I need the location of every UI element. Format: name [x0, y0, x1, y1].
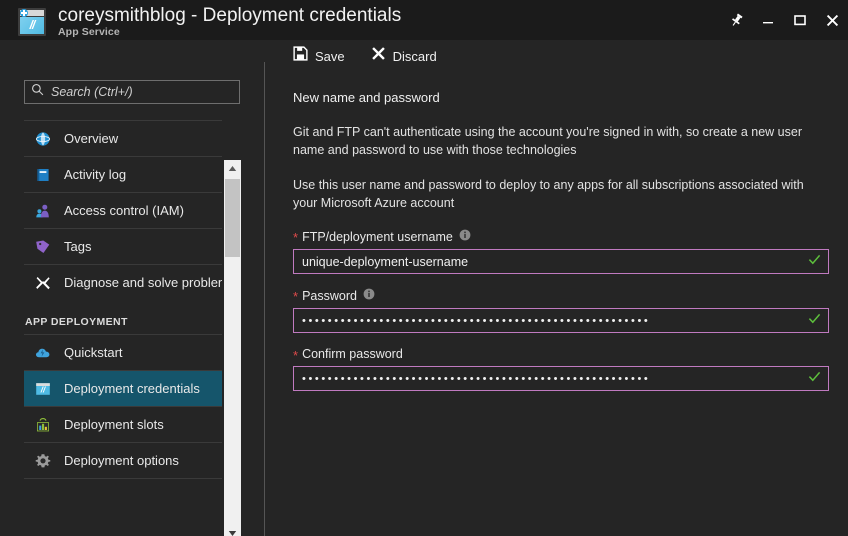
minimize-icon[interactable] — [752, 0, 784, 40]
discard-button-label: Discard — [392, 48, 437, 64]
valid-check-icon — [808, 312, 821, 330]
sidebar-item-tags[interactable]: Tags — [24, 228, 222, 264]
info-icon[interactable] — [459, 229, 471, 244]
valid-check-icon — [808, 370, 821, 388]
sidebar-item-overview[interactable]: Overview — [24, 120, 222, 156]
app-service-icon: // — [18, 8, 46, 36]
gear-icon — [34, 452, 52, 470]
confirm-password-field-group: * Confirm password •••••••••••••••••••••… — [293, 347, 829, 391]
wrench-screwdriver-icon — [34, 274, 52, 292]
description-paragraph-2: Use this user name and password to deplo… — [293, 178, 804, 210]
sidebar-item-label: Deployment options — [64, 453, 179, 468]
main-content: New name and password Git and FTP can't … — [265, 72, 848, 536]
ftp-username-label: * FTP/deployment username — [293, 229, 828, 244]
azure-portal-window: // coreysmithblog - Deployment credentia… — [0, 0, 848, 536]
page-subtitle: App Service — [58, 26, 120, 38]
maximize-icon[interactable] — [784, 0, 816, 40]
page-title: coreysmithblog - Deployment credentials — [58, 5, 402, 26]
sidebar-item-label: Overview — [64, 131, 119, 146]
ftp-username-field-group: * FTP/deployment username — [293, 229, 829, 274]
command-toolbar: Save Discard — [265, 40, 848, 72]
tag-icon — [34, 238, 52, 256]
sidebar-item-activity-log[interactable]: Activity log — [24, 156, 222, 192]
sidebar: Overview Activity log — [0, 40, 265, 536]
access-control-people-icon — [34, 202, 52, 220]
app-service-icon-plus-badge — [20, 9, 28, 17]
sidebar-item-access-control[interactable]: Access control (IAM) — [24, 192, 222, 228]
sidebar-item-diagnose[interactable]: Diagnose and solve problems — [24, 264, 222, 300]
sidebar-item-label: Tags — [64, 239, 92, 254]
sidebar-item-label: Activity log — [64, 167, 127, 182]
sidebar-item-quickstart[interactable]: Quickstart — [24, 334, 222, 370]
navigation-list: Overview Activity log Access control (IA… — [24, 120, 222, 510]
sidebar-section-header: APP DEPLOYMENT — [25, 316, 128, 328]
password-label-text: Password — [302, 288, 357, 303]
sidebar-item-label: Deployment slots — [64, 417, 164, 432]
password-input[interactable] — [294, 309, 828, 332]
sidebar-item-deployment-options[interactable]: Deployment options — [24, 442, 222, 478]
description-paragraph-1: Git and FTP can't authenticate using the… — [293, 125, 803, 157]
ftp-username-input[interactable] — [294, 250, 828, 273]
sidebar-item-label: Access control (IAM) — [64, 203, 184, 218]
confirm-password-label: * Confirm password — [293, 347, 828, 363]
scrollbar-thumb[interactable] — [225, 179, 240, 257]
section-heading: New name and password — [293, 90, 440, 105]
ftp-username-input-wrap[interactable] — [293, 249, 829, 274]
sidebar-item-label: Diagnose and solve problems — [64, 275, 222, 290]
svg-text://: // — [40, 385, 46, 394]
save-button-label: Save — [315, 48, 345, 64]
ftp-username-label-text: FTP/deployment username — [302, 229, 453, 244]
required-asterisk: * — [293, 289, 299, 304]
sidebar-item-deployment-credentials[interactable]: // Deployment credentials — [24, 370, 222, 406]
sidebar-item-deployment-slots[interactable]: Deployment slots — [24, 406, 222, 442]
pin-icon[interactable] — [720, 0, 752, 40]
confirm-password-input[interactable] — [294, 367, 828, 390]
search-input[interactable] — [44, 85, 239, 99]
valid-check-icon — [808, 253, 821, 271]
confirm-password-input-wrap[interactable]: ••••••••••••••••••••••••••••••••••••••••… — [293, 366, 829, 391]
scroll-down-arrow-icon[interactable] — [224, 525, 241, 536]
sidebar-scrollbar[interactable] — [224, 160, 241, 536]
sidebar-item-label: Quickstart — [64, 345, 123, 360]
search-icon — [31, 83, 44, 101]
required-asterisk: * — [293, 347, 299, 363]
cloud-lightning-icon — [34, 344, 52, 362]
scroll-up-arrow-icon[interactable] — [224, 160, 241, 177]
bar-chart-icon — [34, 416, 52, 434]
password-label: * Password — [293, 288, 828, 303]
confirm-password-label-text: Confirm password — [302, 347, 403, 361]
save-floppy-icon — [293, 46, 308, 66]
discard-button[interactable]: Discard — [371, 46, 437, 66]
app-service-icon: // — [34, 380, 52, 398]
app-service-icon-body: // — [20, 17, 44, 34]
password-field-group: * Password •••••••••••••••••••••••••••••… — [293, 288, 829, 333]
globe-icon — [34, 130, 52, 148]
app-service-icon-glyph: // — [29, 17, 36, 32]
required-asterisk: * — [293, 230, 299, 245]
sidebar-item-label: Deployment credentials — [64, 381, 200, 396]
window-controls — [720, 0, 848, 40]
search-box[interactable] — [24, 80, 240, 104]
title-bar: // coreysmithblog - Deployment credentia… — [0, 0, 848, 40]
activity-log-icon — [34, 166, 52, 184]
password-input-wrap[interactable]: ••••••••••••••••••••••••••••••••••••••••… — [293, 308, 829, 333]
close-icon[interactable] — [816, 0, 848, 40]
info-icon[interactable] — [363, 288, 375, 303]
close-x-icon — [371, 46, 386, 66]
save-button[interactable]: Save — [293, 46, 345, 66]
navigation-list-end-divider — [24, 478, 222, 479]
